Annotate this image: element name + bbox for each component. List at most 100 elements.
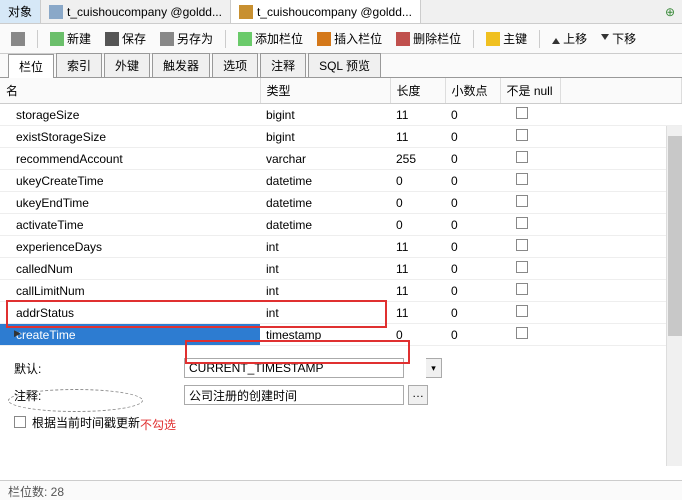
table-row[interactable]: recommendAccountvarchar2550 [0, 148, 682, 170]
notnull-checkbox[interactable] [516, 151, 528, 163]
on-update-checkbox[interactable] [14, 416, 26, 428]
tab-comment[interactable]: 注释 [260, 53, 306, 77]
cell-length: 11 [390, 126, 445, 148]
default-input[interactable] [184, 358, 404, 378]
tab-fields[interactable]: 栏位 [8, 54, 54, 78]
cell-type: timestamp [260, 324, 390, 346]
add-column-button[interactable]: 添加栏位 [233, 28, 308, 49]
table-row[interactable]: calledNumint110 [0, 258, 682, 280]
notnull-checkbox[interactable] [516, 107, 528, 119]
table-row[interactable]: createTimetimestamp00 [0, 324, 682, 346]
cell-length: 11 [390, 104, 445, 126]
toolbar: 新建 保存 另存为 添加栏位 插入栏位 删除栏位 主键 上移 下移 [0, 24, 682, 54]
col-header-name[interactable]: 名 [0, 78, 260, 104]
delete-col-icon [396, 32, 410, 46]
tab-objects[interactable]: 对象 [0, 0, 41, 23]
move-up-button[interactable]: 上移 [547, 28, 592, 49]
cell-length: 11 [390, 236, 445, 258]
tab-table-1[interactable]: t_cuishoucompany @goldd... [41, 0, 231, 23]
table-row[interactable]: storageSizebigint110 [0, 104, 682, 126]
cell-decimal: 0 [445, 324, 500, 346]
cell-type: bigint [260, 126, 390, 148]
cell-decimal: 0 [445, 170, 500, 192]
new-button[interactable]: 新建 [45, 28, 96, 49]
notnull-checkbox[interactable] [516, 283, 528, 295]
notnull-checkbox[interactable] [516, 305, 528, 317]
cell-decimal: 0 [445, 280, 500, 302]
tab-indexes[interactable]: 索引 [56, 53, 102, 77]
comment-input[interactable] [184, 385, 404, 405]
table-row[interactable]: activateTimedatetime00 [0, 214, 682, 236]
cell-name: ukeyCreateTime [6, 174, 104, 188]
menu-button[interactable] [6, 30, 30, 48]
save-icon [105, 32, 119, 46]
tab-foreign-keys[interactable]: 外键 [104, 53, 150, 77]
menu-icon [11, 32, 25, 46]
saveas-icon [160, 32, 174, 46]
cell-length: 255 [390, 148, 445, 170]
cell-length: 11 [390, 302, 445, 324]
cell-name: calledNum [6, 262, 73, 276]
table-row[interactable]: ukeyEndTimedatetime00 [0, 192, 682, 214]
default-dropdown[interactable]: ▾ [426, 358, 442, 378]
table-row[interactable]: experienceDaysint110 [0, 236, 682, 258]
tab-options[interactable]: 选项 [212, 53, 258, 77]
delete-column-button[interactable]: 删除栏位 [391, 28, 466, 49]
save-button[interactable]: 保存 [100, 28, 151, 49]
new-tab-button[interactable]: ⊕ [658, 0, 682, 23]
primary-key-button[interactable]: 主键 [481, 28, 532, 49]
cell-length: 0 [390, 214, 445, 236]
col-header-decimal[interactable]: 小数点 [445, 78, 500, 104]
table-row[interactable]: callLimitNumint110 [0, 280, 682, 302]
default-label: 默认: [14, 360, 184, 377]
plus-icon: ⊕ [665, 5, 675, 19]
notnull-checkbox[interactable] [516, 173, 528, 185]
move-down-button[interactable]: 下移 [596, 28, 641, 49]
saveas-button[interactable]: 另存为 [155, 28, 218, 49]
cell-decimal: 0 [445, 236, 500, 258]
cell-length: 0 [390, 324, 445, 346]
notnull-checkbox[interactable] [516, 239, 528, 251]
col-header-type[interactable]: 类型 [260, 78, 390, 104]
cell-decimal: 0 [445, 192, 500, 214]
vertical-scrollbar[interactable] [666, 126, 682, 466]
cell-name: activateTime [6, 218, 84, 232]
add-col-icon [238, 32, 252, 46]
col-header-notnull[interactable]: 不是 null [500, 78, 560, 104]
notnull-checkbox[interactable] [516, 327, 528, 339]
table-row[interactable]: existStorageSizebigint110 [0, 126, 682, 148]
notnull-checkbox[interactable] [516, 261, 528, 273]
comment-expand-button[interactable]: … [408, 385, 428, 405]
cell-decimal: 0 [445, 148, 500, 170]
notnull-checkbox[interactable] [516, 129, 528, 141]
cell-type: datetime [260, 214, 390, 236]
cell-type: int [260, 236, 390, 258]
tab-triggers[interactable]: 触发器 [152, 53, 210, 77]
down-icon [601, 34, 609, 44]
new-icon [50, 32, 64, 46]
notnull-checkbox[interactable] [516, 195, 528, 207]
cell-type: int [260, 302, 390, 324]
cell-type: int [260, 258, 390, 280]
insert-col-icon [317, 32, 331, 46]
notnull-checkbox[interactable] [516, 217, 528, 229]
columns-grid: 名 类型 长度 小数点 不是 null storageSizebigint110… [0, 78, 682, 346]
tab-label: t_cuishoucompany @goldd... [67, 5, 222, 19]
cell-length: 0 [390, 170, 445, 192]
cell-decimal: 0 [445, 126, 500, 148]
table-row[interactable]: addrStatusint110 [0, 302, 682, 324]
tab-label: t_cuishoucompany @goldd... [257, 5, 412, 19]
tab-sql-preview[interactable]: SQL 预览 [308, 53, 381, 77]
col-header-length[interactable]: 长度 [390, 78, 445, 104]
cell-name: addrStatus [6, 306, 74, 320]
cell-type: datetime [260, 192, 390, 214]
cell-name: recommendAccount [6, 152, 123, 166]
cell-length: 0 [390, 192, 445, 214]
scroll-thumb[interactable] [668, 136, 682, 336]
insert-column-button[interactable]: 插入栏位 [312, 28, 387, 49]
cell-name: callLimitNum [6, 284, 85, 298]
table-row[interactable]: ukeyCreateTimedatetime00 [0, 170, 682, 192]
cell-decimal: 0 [445, 214, 500, 236]
field-properties: 默认: ▾ 注释: … 根据当前时间戳更新 [0, 346, 682, 448]
tab-table-2[interactable]: t_cuishoucompany @goldd... [231, 0, 421, 23]
